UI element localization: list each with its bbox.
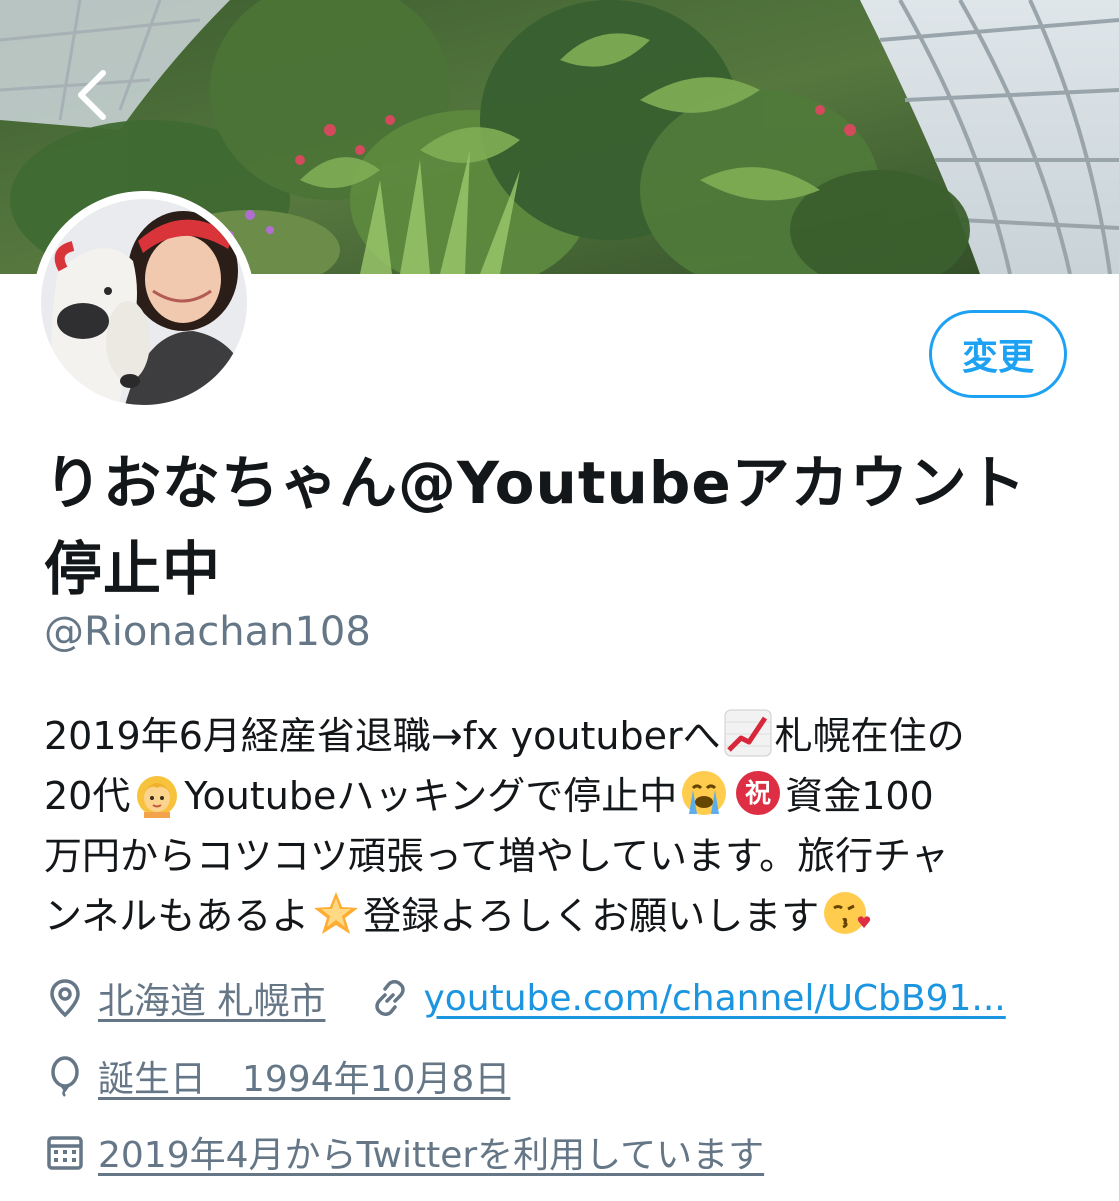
profile-bio: 2019年6月経産省退職→fx youtuberへ 札幌在住の 20代 Youtub… (44, 706, 1074, 946)
link-icon (369, 977, 411, 1019)
joined-date-text: 2019年4月からTwitterを利用しています (98, 1135, 765, 1176)
bio-line: 2019年6月経産省退職→fx youtuberへ 札幌在住の (44, 706, 1074, 766)
website-link[interactable]: youtube.com/channel/UCbB91... (423, 978, 1005, 1019)
bio-text: 2019年6月経産省退職→fx youtuberへ (44, 714, 721, 758)
calendar-icon (44, 1131, 86, 1173)
display-name: りおなちゃん@Youtubeアカウント停止中 (44, 449, 1027, 603)
avatar-image (33, 191, 255, 413)
bio-text: Youtubeハッキングで停止中 (184, 774, 678, 818)
bio-text: 札幌在住の (774, 714, 965, 758)
chevron-left-icon (78, 70, 106, 120)
location-pin-icon (44, 977, 86, 1019)
back-button[interactable] (46, 50, 136, 140)
person-blond-emoji-icon (132, 768, 182, 818)
face-blowing-kiss-emoji-icon (821, 888, 871, 938)
chart-increasing-emoji-icon (723, 708, 773, 758)
avatar[interactable] (33, 191, 255, 413)
bio-text: 登録よろしくお願いします (363, 894, 820, 938)
bio-line: 20代 Youtubeハッキングで停止中 祝資金100 (44, 766, 1074, 826)
profile-page: 変更 りおなちゃん@Youtubeアカウント停止中 @Rionachan108 … (0, 0, 1119, 1201)
bio-text: 20代 (44, 774, 131, 818)
birthday-row: 誕生日 1994年10月8日 (44, 1048, 510, 1104)
bio-line: 万円からコツコツ頑張って増やしています。旅行チャ (44, 826, 1074, 886)
crying-face-emoji-icon (679, 768, 729, 818)
bio-text: 万円からコツコツ頑張って増やしています。旅行チャ (44, 834, 949, 878)
bio-text: ンネルもあるよ (44, 894, 310, 938)
location-website-row: 北海道 札幌市 youtube.com/channel/UCbB91... (44, 970, 1006, 1026)
birthday-text: 誕生日 1994年10月8日 (98, 1059, 511, 1100)
congratulations-emoji-icon: 祝 (733, 768, 783, 818)
bio-line: ンネルもあるよ 登録よろしくお願いします (44, 886, 1074, 946)
balloon-icon (44, 1055, 86, 1097)
bio-text: 資金100 (785, 774, 934, 818)
username-handle: @Rionachan108 (44, 609, 371, 655)
joined-row: 2019年4月からTwitterを利用しています (44, 1124, 764, 1180)
location-link[interactable]: 北海道 札幌市 (98, 972, 325, 1024)
edit-profile-button[interactable]: 変更 (929, 310, 1067, 398)
glowing-star-emoji-icon (311, 888, 361, 938)
svg-text:祝: 祝 (745, 779, 771, 809)
